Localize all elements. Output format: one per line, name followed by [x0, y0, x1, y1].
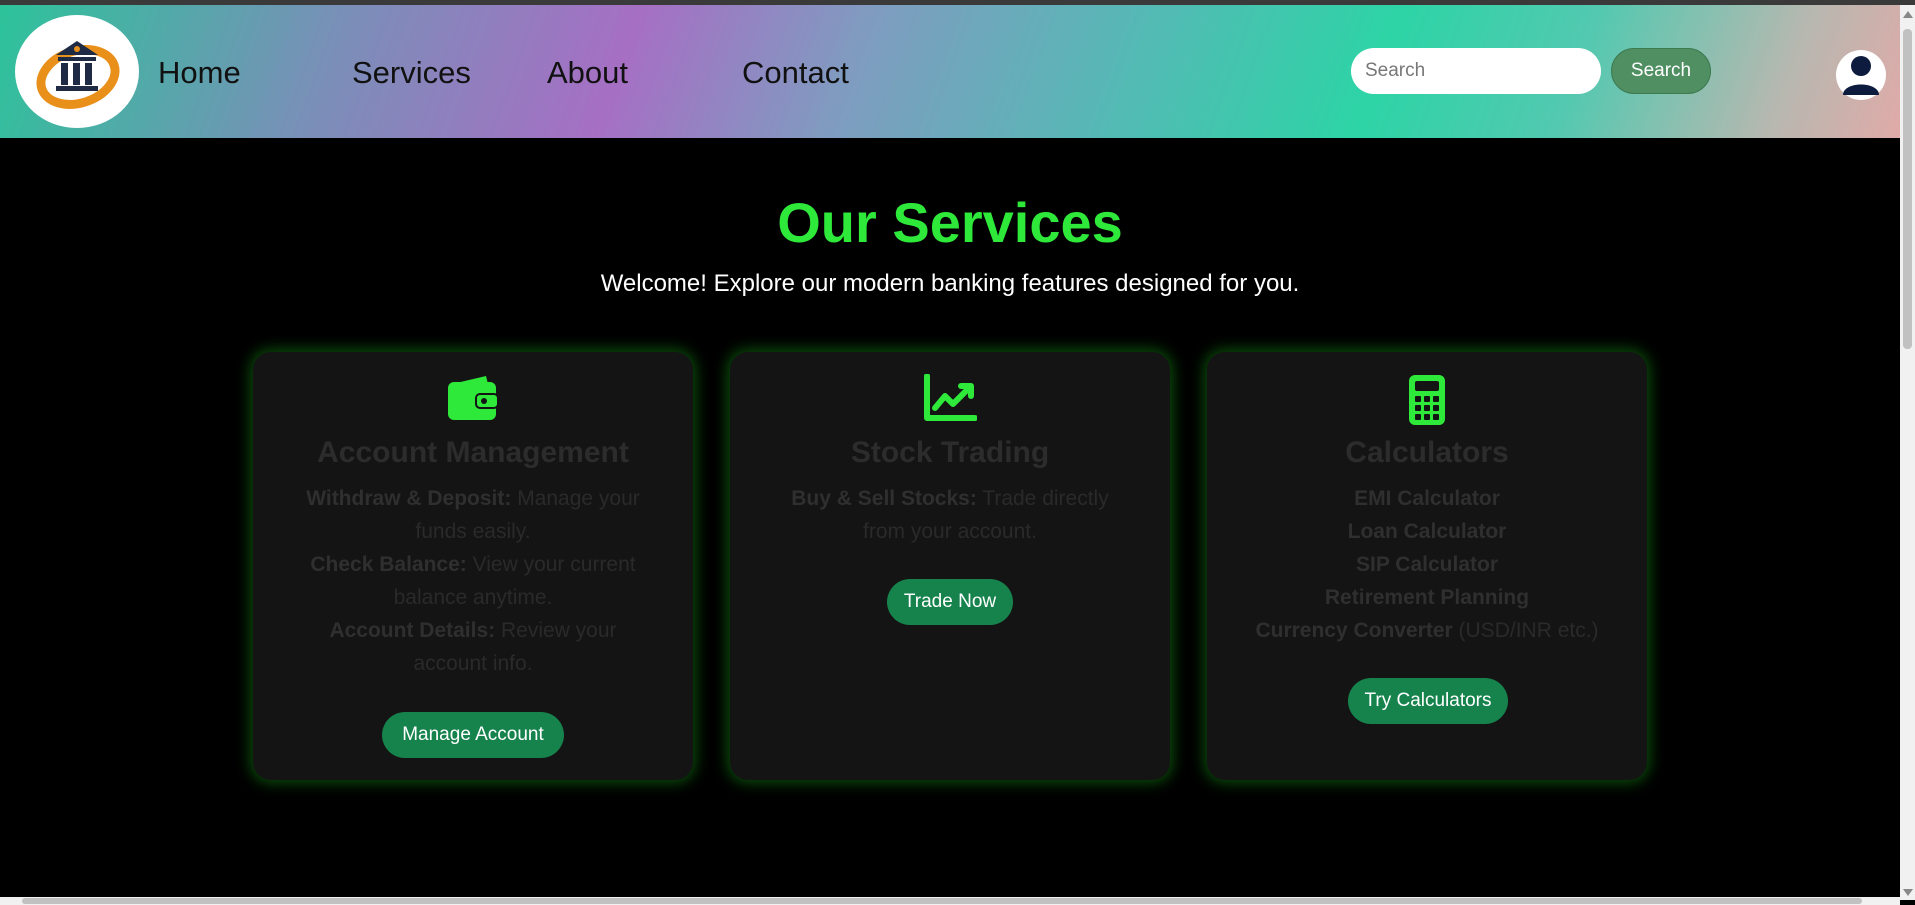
user-icon	[1843, 56, 1879, 95]
card-title: Stock Trading	[850, 436, 1050, 469]
scrollbar-thumb[interactable]	[1903, 29, 1912, 349]
vertical-scrollbar[interactable]	[1900, 5, 1915, 900]
chart-line-icon	[924, 374, 977, 421]
card-body: EMI Calculator Loan Calculator SIP Calcu…	[1247, 482, 1607, 647]
calc-item-retirement: Retirement Planning	[1324, 586, 1530, 609]
stock-line-buy-sell: Buy & Sell Stocks: Trade directly from y…	[791, 487, 1109, 543]
card-title: Calculators	[1345, 436, 1509, 469]
scroll-down-arrow-icon[interactable]	[1903, 889, 1913, 896]
calc-item-currency: Currency Converter (USD/INR etc.)	[1255, 619, 1599, 642]
user-avatar[interactable]	[1836, 50, 1886, 100]
search-input[interactable]	[1351, 48, 1601, 94]
card-title: Account Management	[317, 436, 629, 469]
calc-item-loan: Loan Calculator	[1347, 520, 1507, 543]
calc-item-emi: EMI Calculator	[1354, 487, 1500, 510]
nav-contact[interactable]: Contact	[742, 55, 849, 91]
nav-home[interactable]: Home	[158, 55, 241, 91]
card-account-management: Account Management Withdraw & Deposit: M…	[253, 352, 693, 780]
search-button[interactable]: Search	[1611, 48, 1711, 94]
trade-now-button[interactable]: Trade Now	[887, 579, 1013, 625]
navbar: Home Services About Contact Search	[0, 5, 1900, 138]
page-subtitle: Welcome! Explore our modern banking feat…	[600, 270, 1300, 297]
bank-logo-icon	[36, 40, 120, 109]
bank-logo[interactable]	[15, 15, 139, 128]
page-title: Our Services	[777, 191, 1123, 254]
calculator-icon	[1409, 375, 1445, 425]
card-calculators: Calculators EMI Calculator Loan Calculat…	[1207, 352, 1647, 780]
horizontal-scrollbar[interactable]	[0, 897, 1900, 905]
calc-item-sip: SIP Calculator	[1356, 553, 1498, 576]
try-calculators-button[interactable]: Try Calculators	[1348, 678, 1508, 724]
card-stock-trading: Stock Trading Buy & Sell Stocks: Trade d…	[730, 352, 1170, 780]
account-line-balance: Check Balance: View your current balance…	[310, 553, 636, 609]
card-body: Withdraw & Deposit: Manage your funds ea…	[293, 482, 653, 680]
account-line-withdraw: Withdraw & Deposit: Manage your funds ea…	[306, 487, 640, 543]
manage-account-button[interactable]: Manage Account	[382, 712, 564, 758]
wallet-icon	[448, 376, 499, 420]
nav-services[interactable]: Services	[352, 55, 471, 91]
card-body: Buy & Sell Stocks: Trade directly from y…	[770, 482, 1130, 548]
nav-about[interactable]: About	[547, 55, 628, 91]
scroll-up-arrow-icon[interactable]	[1903, 11, 1913, 18]
scrollbar-thumb[interactable]	[22, 898, 1862, 904]
account-line-details: Account Details: Review your account inf…	[329, 619, 617, 675]
